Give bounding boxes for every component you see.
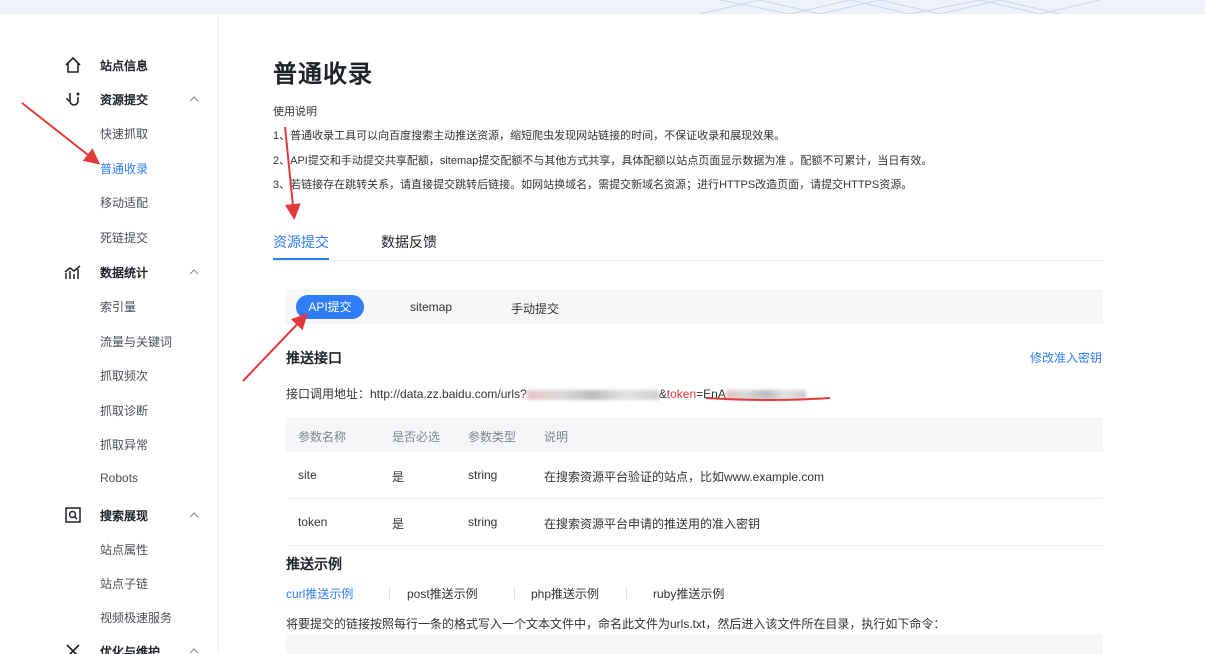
redacted-site [526, 389, 659, 400]
example-description: 将要提交的链接按照每行一条的格式写入一个文本文件中，命名此文件为urls.txt… [286, 617, 946, 631]
column-header: 是否必选 [392, 430, 441, 444]
sidebar-group-optimize[interactable]: 优化与维护 [64, 640, 214, 654]
cell-type: string [468, 515, 498, 529]
sidebar-item-video-fast[interactable]: 视频极速服务 [100, 609, 172, 626]
main-tabs: 资源提交 数据反馈 [273, 229, 1103, 261]
chevron-up-icon [189, 269, 199, 275]
table-row: token 是 string 在搜索资源平台申请的推送用的准入密钥 [286, 499, 1103, 546]
sidebar-item-crawl-diagnosis[interactable]: 抓取诊断 [100, 402, 148, 419]
sidebar-item-index-count[interactable]: 索引量 [100, 298, 136, 315]
cell-param-name: site [298, 468, 317, 482]
push-example-title: 推送示例 [286, 556, 342, 572]
cell-required: 是 [392, 517, 405, 531]
chevron-up-icon [189, 648, 199, 654]
api-amp: & [658, 387, 667, 401]
redacted-token [725, 389, 806, 400]
active-tab-indicator [273, 258, 329, 260]
sidebar-group-site-info[interactable]: 站点信息 [64, 54, 214, 76]
sidebar-group-label: 数据统计 [100, 265, 149, 280]
example-tab-ruby[interactable]: ruby推送示例 [653, 585, 724, 602]
tab-resource-submit[interactable]: 资源提交 [273, 232, 329, 252]
cell-required: 是 [392, 470, 405, 484]
table-header: 参数名称 是否必选 参数类型 说明 [286, 417, 1103, 452]
tab-divider [626, 586, 627, 599]
subtab-sitemap[interactable]: sitemap [410, 300, 452, 314]
sidebar-item-quick-crawl[interactable]: 快速抓取 [100, 125, 148, 142]
usage-line: 2、API提交和手动提交共享配额，sitemap提交配额不与其他方式共享，具体配… [273, 155, 933, 167]
sidebar-item-normal-index[interactable]: 普通收录 [100, 160, 148, 177]
sidebar-item-crawl-frequency[interactable]: 抓取频次 [100, 367, 148, 384]
sidebar-item-dead-link[interactable]: 死链提交 [100, 229, 148, 246]
top-banner [0, 0, 1205, 14]
sidebar: 站点信息 资源提交 快速抓取 普通收录 移动适配 死链提交 数据统计 索引量 流… [0, 14, 219, 654]
chevron-up-icon [189, 96, 199, 102]
sidebar-item-traffic-keywords[interactable]: 流量与关键词 [100, 333, 172, 350]
sidebar-group-label: 优化与维护 [100, 644, 161, 654]
sidebar-group-label: 站点信息 [100, 58, 149, 73]
api-token-visible: EnA [703, 387, 726, 401]
push-api-title: 推送接口 [286, 350, 342, 366]
submit-method-tabs: API提交 sitemap 手动提交 [286, 289, 1103, 324]
example-tab-post[interactable]: post推送示例 [407, 585, 478, 602]
example-tab-curl[interactable]: curl推送示例 [286, 585, 353, 602]
tab-data-feedback[interactable]: 数据反馈 [381, 232, 437, 252]
column-header: 说明 [544, 430, 569, 444]
column-header: 参数类型 [468, 430, 517, 444]
sidebar-item-mobile-adapt[interactable]: 移动适配 [100, 194, 148, 211]
api-endpoint: 接口调用地址：http://data.zz.baidu.com/urls? &to… [286, 385, 806, 402]
usage-line: 1、普通收录工具可以向百度搜索主动推送资源，缩短爬虫发现网站链接的时间，不保证收… [273, 130, 786, 142]
banner-pattern-icon [699, 0, 1101, 14]
api-url-prefix: 接口调用地址：http://data.zz.baidu.com/urls? [286, 387, 527, 401]
api-token-key: token [666, 387, 697, 401]
sidebar-group-data-stats[interactable]: 数据统计 [64, 261, 214, 283]
sidebar-group-label: 搜索展现 [100, 508, 149, 523]
sidebar-group-resource-submit[interactable]: 资源提交 [64, 88, 214, 110]
sidebar-item-sitelinks[interactable]: 站点子链 [100, 575, 148, 592]
usage-title: 使用说明 [273, 106, 317, 118]
page-title: 普通收录 [273, 61, 373, 88]
cell-description: 在搜索资源平台验证的站点，比如www.example.com [544, 470, 825, 484]
home-icon [65, 56, 81, 73]
cell-param-name: token [298, 515, 328, 529]
chart-icon [64, 265, 81, 279]
cell-description: 在搜索资源平台申请的推送用的准入密钥 [544, 517, 761, 531]
code-block [286, 634, 1103, 654]
example-tab-php[interactable]: php推送示例 [531, 585, 599, 602]
sidebar-group-label: 资源提交 [100, 92, 149, 107]
sidebar-item-robots[interactable]: Robots [100, 471, 138, 485]
usage-line: 3、若链接存在跳转关系，请直接提交跳转后链接。如网站换域名，需提交新域名资源；进… [273, 179, 913, 191]
sidebar-group-search-display[interactable]: 搜索展现 [64, 504, 214, 526]
tab-divider [514, 586, 515, 599]
wrench-icon [66, 644, 80, 654]
sidebar-item-crawl-errors[interactable]: 抓取异常 [100, 436, 148, 453]
subtab-api[interactable]: API提交 [296, 295, 364, 319]
hook-icon [66, 92, 80, 106]
tab-divider [389, 586, 390, 599]
cell-type: string [468, 468, 498, 482]
modify-key-link[interactable]: 修改准入密钥 [1030, 349, 1102, 366]
subtab-manual[interactable]: 手动提交 [511, 300, 559, 317]
sidebar-item-site-attributes[interactable]: 站点属性 [100, 541, 148, 558]
table-row: site 是 string 在搜索资源平台验证的站点，比如www.example… [286, 452, 1103, 499]
chevron-up-icon [189, 512, 199, 518]
column-header: 参数名称 [298, 430, 347, 444]
search-box-icon [65, 507, 81, 523]
param-table: 参数名称 是否必选 参数类型 说明 site 是 string 在搜索资源平台验… [286, 417, 1103, 546]
